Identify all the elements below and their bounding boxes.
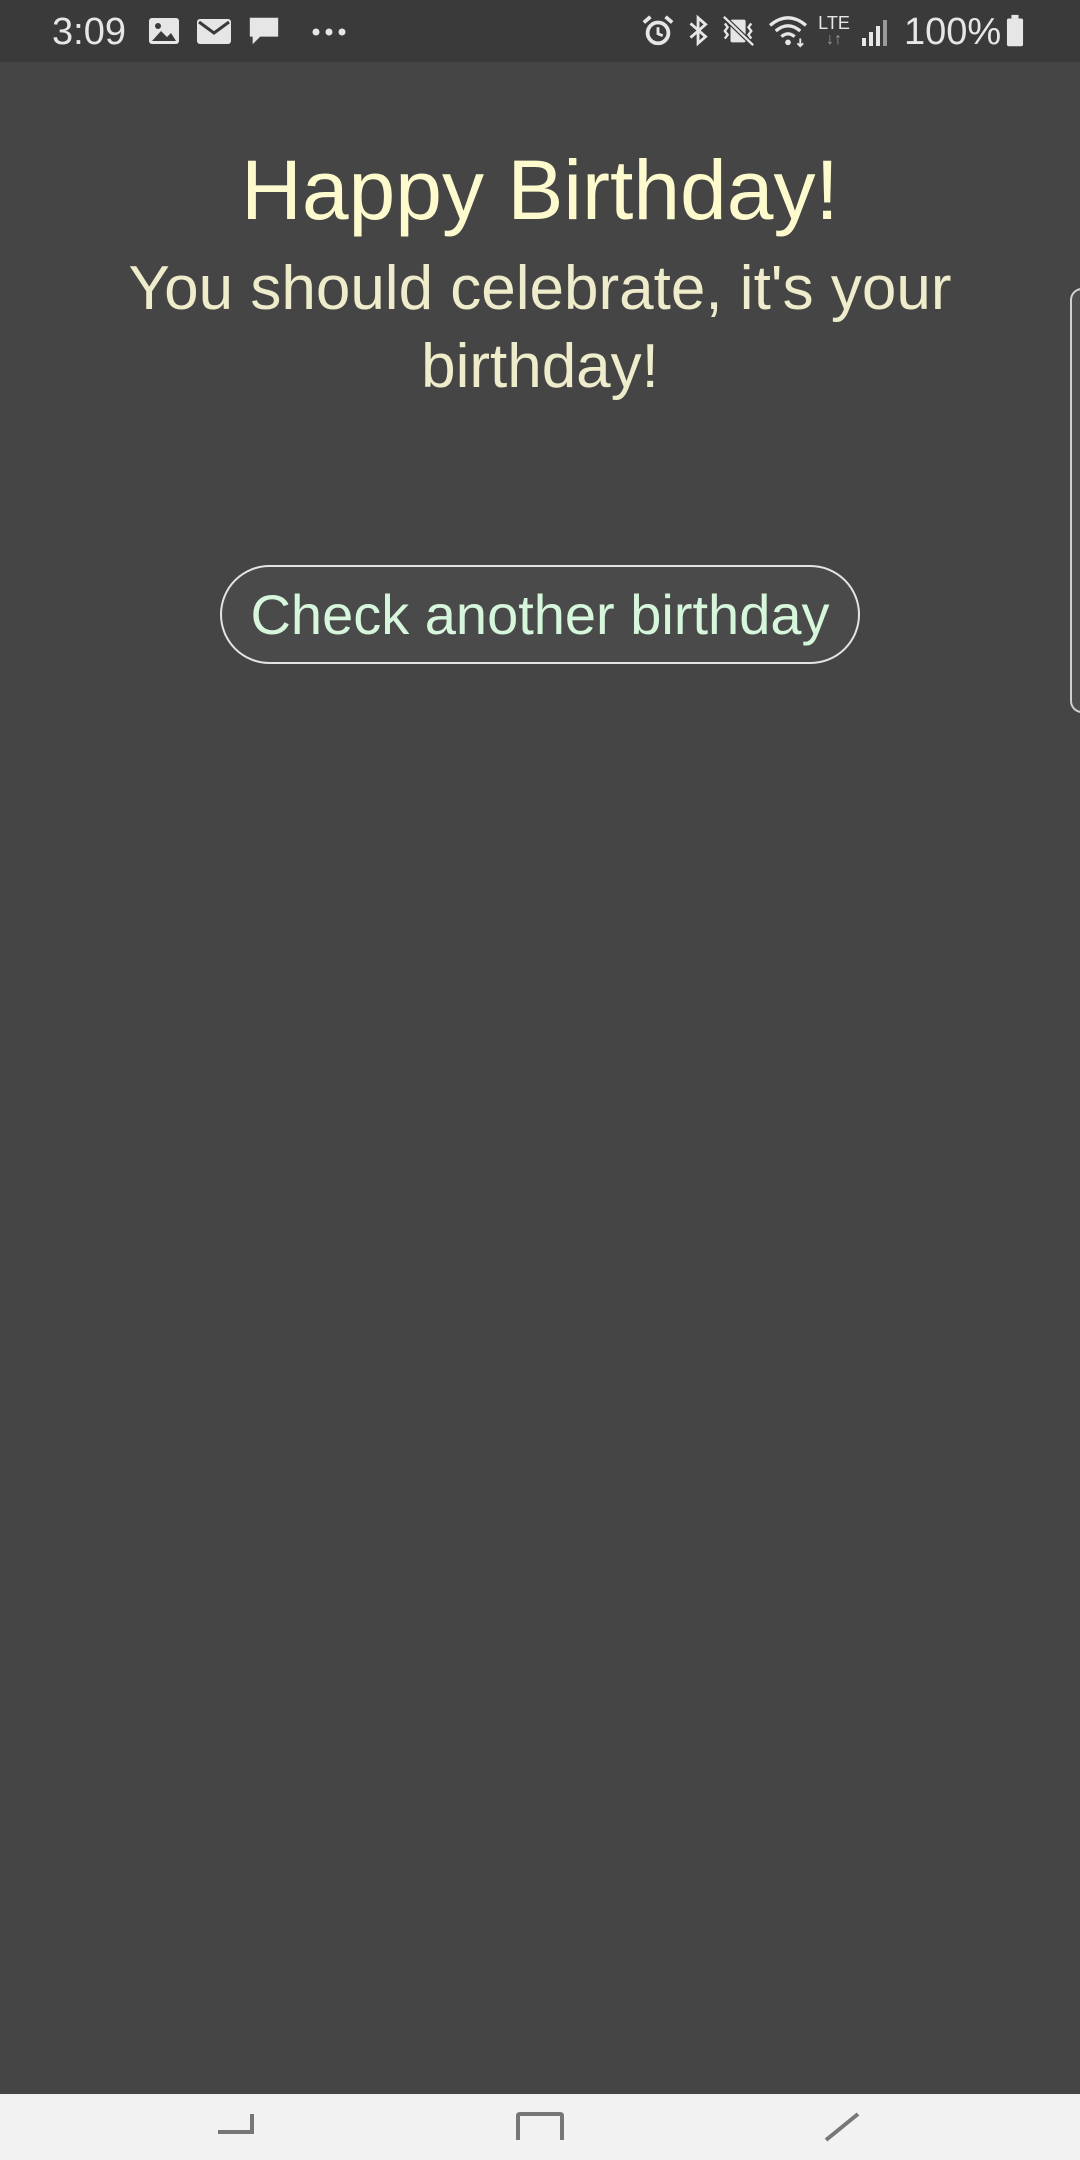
alarm-icon [642, 15, 674, 46]
signal-icon [862, 20, 887, 46]
status-time: 3:09 [52, 11, 126, 53]
image-icon [149, 18, 179, 44]
navigation-bar [0, 2094, 1080, 2160]
lte-icon: LTE ↓↑ [816, 14, 852, 48]
wifi-icon [768, 16, 808, 48]
vibrate-mute-icon [722, 15, 755, 47]
lte-label: LTE [818, 13, 850, 33]
battery-percent: 100% [904, 11, 1002, 53]
more-icon [312, 28, 346, 36]
battery-icon [1006, 14, 1024, 47]
email-icon [197, 19, 231, 44]
home-icon[interactable] [510, 2110, 570, 2160]
page-subtitle: You should celebrate, it's your birthday… [128, 254, 952, 401]
chat-icon [249, 17, 279, 45]
app-screen: 3:09 LTE ↓↑ 100% Happy Birthday! You sho… [0, 0, 1080, 2160]
edge-panel-handle[interactable] [1070, 288, 1080, 713]
status-bar: 3:09 LTE ↓↑ 100% [0, 0, 1080, 62]
page-title: Happy Birthday! [241, 143, 839, 237]
check-another-birthday-button[interactable]: Check another birthday [220, 565, 860, 664]
back-icon[interactable] [812, 2110, 872, 2160]
lte-arrows: ↓↑ [826, 31, 842, 48]
bluetooth-icon [689, 14, 708, 47]
recent-apps-icon[interactable] [206, 2110, 266, 2160]
